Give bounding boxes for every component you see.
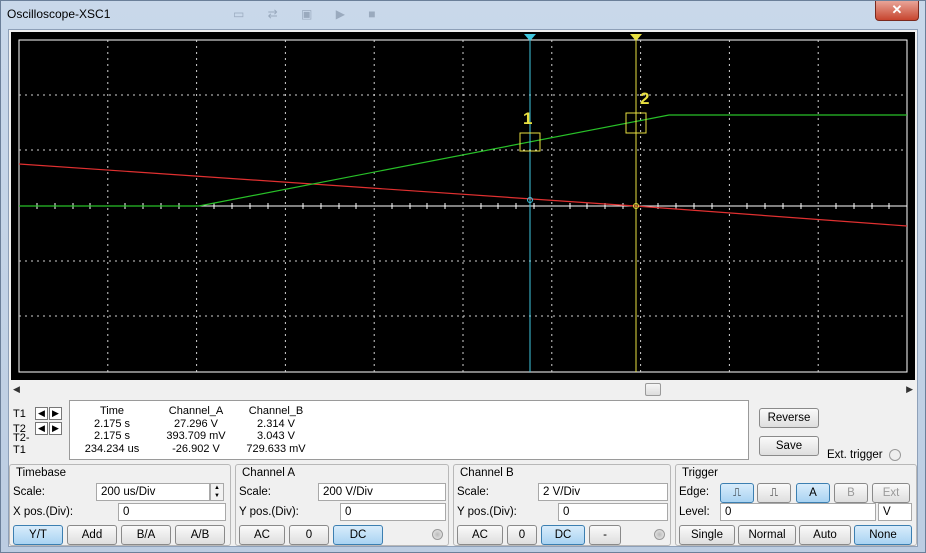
t2-t1-row: T2-T1	[13, 432, 67, 456]
trigger-single-button[interactable]: Single	[679, 525, 735, 545]
channel-b-ypos-label: Y pos.(Div):	[457, 506, 517, 518]
timebase-scale-spinner-icon[interactable]: ▲ ▼	[210, 483, 224, 501]
trigger-level-label: Level:	[679, 506, 710, 518]
rising-edge-icon[interactable]: ⎍	[720, 483, 754, 503]
mode-ab-button[interactable]: A/B	[175, 525, 225, 545]
time-t2: 2.175 s	[93, 430, 131, 442]
mode-yt-button[interactable]: Y/T	[13, 525, 63, 545]
client-area: 1 2 ◀ ▶ T1 ◀ ▶ T2 ◀ ▶ T2-T1 Time 2.175 s…	[8, 29, 918, 547]
scroll-right-icon[interactable]: ▶	[906, 384, 913, 395]
t2-left-arrow-icon[interactable]: ◀	[35, 422, 48, 435]
t1-label: T1	[13, 407, 26, 420]
save-button[interactable]: Save	[759, 436, 819, 456]
t1-right-arrow-icon[interactable]: ▶	[49, 407, 62, 420]
timebase-title: Timebase	[16, 467, 67, 479]
title-bar[interactable]: Oscilloscope-XSC1 ▭ ⇄ ▣ ▶ ■ ✕	[1, 1, 925, 29]
channel-a-title: Channel A	[242, 467, 296, 479]
channel-b-ypos-input[interactable]: 0	[558, 503, 668, 521]
timebase-xpos-label: X pos.(Div):	[13, 506, 74, 518]
close-button[interactable]: ✕	[875, 1, 919, 21]
channel-a-t1: 27.296 V	[173, 417, 219, 430]
mode-ba-button[interactable]: B/A	[121, 525, 171, 545]
readout-table: Time 2.175 s 2.175 s 234.234 us Channel_…	[69, 400, 749, 460]
trigger-source-b-button[interactable]: B	[834, 483, 868, 503]
channel-a-scale-input[interactable]: 200 V/Div	[318, 483, 446, 501]
channel-b-column: Channel_B 2.314 V 3.043 V 729.633 mV	[236, 405, 316, 455]
channel-a-ac-button[interactable]: AC	[239, 525, 285, 545]
channel-a-ypos-label: Y pos.(Div):	[239, 506, 299, 518]
channel-b-t1: 2.314 V	[257, 417, 295, 430]
trigger-title: Trigger	[682, 467, 718, 479]
trigger-group: Trigger Edge: ⎍ ⎍ A B Ext Level: 0 V Sin…	[675, 464, 917, 546]
time-delta: 234.234 us	[84, 442, 140, 455]
measurement-area: T1 ◀ ▶ T2 ◀ ▶ T2-T1 Time 2.175 s 2.175 s	[9, 400, 917, 462]
t1-row: T1 ◀ ▶	[13, 406, 67, 421]
channel-a-ypos-input[interactable]: 0	[340, 503, 446, 521]
window-title: Oscilloscope-XSC1	[7, 7, 111, 21]
timebase-scale-input[interactable]: 200 us/Div	[96, 483, 210, 501]
trigger-level-unit[interactable]: V	[878, 503, 912, 521]
scroll-left-icon[interactable]: ◀	[13, 384, 20, 395]
trigger-level-input[interactable]: 0	[720, 503, 876, 521]
channel-a-dc-button[interactable]: DC	[333, 525, 383, 545]
channel-b-header: Channel_B	[248, 405, 304, 417]
channel-b-title: Channel B	[460, 467, 514, 479]
channel-b-minus-button[interactable]: -	[589, 525, 621, 545]
mode-add-button[interactable]: Add	[67, 525, 117, 545]
ext-trigger-label: Ext. trigger	[827, 449, 883, 462]
channel-a-column: Channel_A 27.296 V 393.709 mV -26.902 V	[156, 405, 236, 455]
trigger-normal-button[interactable]: Normal	[738, 525, 796, 545]
horizontal-scrollbar[interactable]: ◀ ▶	[11, 382, 915, 398]
timebase-xpos-input[interactable]: 0	[118, 503, 226, 521]
scope-display[interactable]: 1 2	[11, 32, 915, 380]
time-t1: 2.175 s	[93, 417, 131, 430]
channel-a-radio-icon[interactable]	[432, 529, 443, 540]
oscilloscope-window: Oscilloscope-XSC1 ▭ ⇄ ▣ ▶ ■ ✕ 1 2 ◀ ▶ T1…	[0, 0, 926, 553]
trigger-auto-button[interactable]: Auto	[799, 525, 851, 545]
falling-edge-icon[interactable]: ⎍	[757, 483, 791, 503]
channel-b-scale-label: Scale:	[457, 486, 489, 498]
channel-b-t2: 3.043 V	[257, 430, 295, 442]
timebase-group: Timebase Scale: 200 us/Div ▲ ▼ X pos.(Div…	[9, 464, 231, 546]
channel-a-delta: -26.902 V	[172, 442, 220, 455]
channel-b-radio-icon[interactable]	[654, 529, 665, 540]
channel-a-group: Channel A Scale: 200 V/Div Y pos.(Div): …	[235, 464, 449, 546]
trigger-source-a-button[interactable]: A	[796, 483, 830, 503]
channel-a-header: Channel_A	[168, 405, 224, 417]
channel-b-scale-input[interactable]: 2 V/Div	[538, 483, 668, 501]
t2-t1-label: T2-T1	[13, 431, 30, 456]
cursor-2-label: 2	[640, 89, 649, 108]
reverse-button[interactable]: Reverse	[759, 408, 819, 428]
time-column: Time 2.175 s 2.175 s 234.234 us	[76, 405, 148, 455]
channel-b-zero-button[interactable]: 0	[507, 525, 537, 545]
trigger-edge-label: Edge:	[679, 486, 710, 498]
scroll-thumb[interactable]	[645, 383, 661, 396]
channel-a-zero-button[interactable]: 0	[289, 525, 329, 545]
channel-a-scale-label: Scale:	[239, 486, 271, 498]
t1-left-arrow-icon[interactable]: ◀	[35, 407, 48, 420]
channel-b-dc-button[interactable]: DC	[541, 525, 585, 545]
cursor-controls: T1 ◀ ▶ T2 ◀ ▶ T2-T1	[13, 406, 67, 456]
trigger-none-button[interactable]: None	[854, 525, 912, 545]
timebase-scale-label: Scale:	[13, 486, 45, 498]
ext-trigger[interactable]: Ext. trigger	[827, 449, 901, 461]
channel-b-ac-button[interactable]: AC	[457, 525, 503, 545]
ext-trigger-radio-icon[interactable]	[888, 449, 901, 461]
channel-b-delta: 729.633 mV	[246, 442, 306, 455]
t2-right-arrow-icon[interactable]: ▶	[49, 422, 62, 435]
time-header: Time	[99, 405, 125, 417]
channel-b-group: Channel B Scale: 2 V/Div Y pos.(Div): 0 …	[453, 464, 671, 546]
scope-screen: 1 2	[18, 34, 908, 373]
cursor-1-label: 1	[523, 109, 532, 128]
toolbar-ghost-icons: ▭ ⇄ ▣ ▶ ■	[233, 7, 386, 21]
channel-a-t2: 393.709 mV	[166, 430, 226, 442]
trigger-source-ext-button[interactable]: Ext	[872, 483, 910, 503]
